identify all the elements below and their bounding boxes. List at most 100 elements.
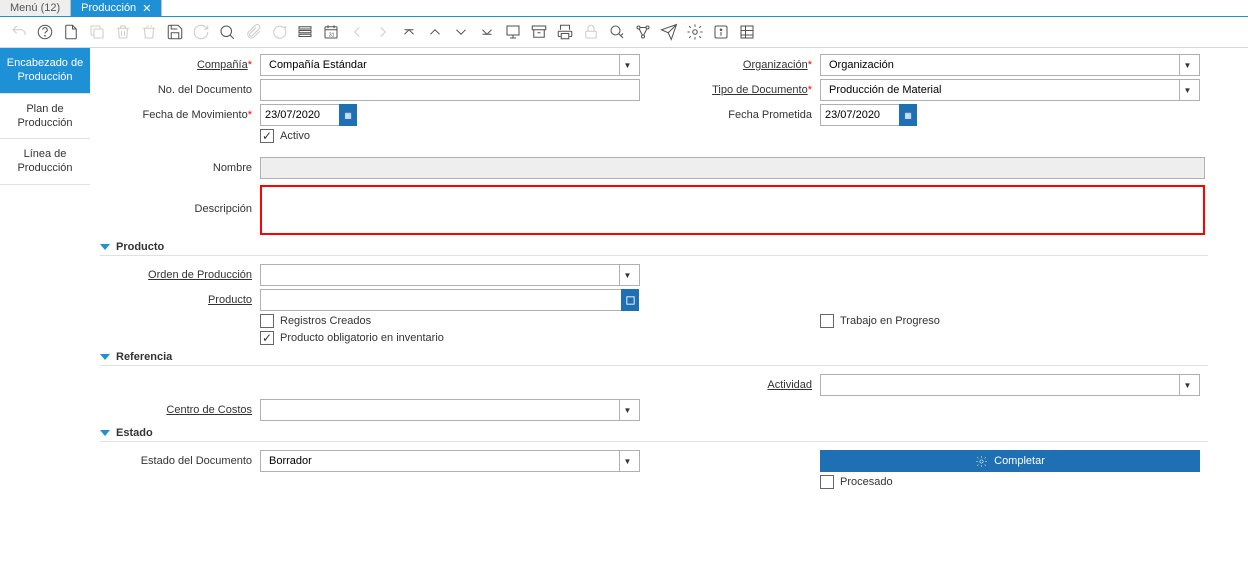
label-fechamov: Fecha de Movimiento* xyxy=(100,109,260,121)
label-nodoc: No. del Documento xyxy=(100,84,260,96)
centrocostos-input[interactable] xyxy=(265,402,619,418)
organizacion-input[interactable] xyxy=(825,57,1179,73)
collapse-icon[interactable] xyxy=(100,244,110,250)
chevron-down-icon[interactable]: ▼ xyxy=(619,400,635,420)
workflow-icon[interactable] xyxy=(634,23,652,41)
new-icon[interactable] xyxy=(62,23,80,41)
organizacion-combo[interactable]: ▼ xyxy=(820,54,1200,76)
svg-text:31: 31 xyxy=(329,33,335,39)
attachment-icon[interactable] xyxy=(244,23,262,41)
chevron-down-icon[interactable]: ▼ xyxy=(619,451,635,471)
section-producto[interactable]: Producto xyxy=(100,241,1208,256)
fechamov-input[interactable] xyxy=(260,104,340,126)
actividad-input[interactable] xyxy=(825,377,1179,393)
form-main: Compañía* ▼ Organización* ▼ No. del Docu… xyxy=(90,48,1248,502)
delete-icon[interactable] xyxy=(114,23,132,41)
calendar-picker-icon[interactable]: ▦ xyxy=(899,104,917,126)
section-referencia[interactable]: Referencia xyxy=(100,351,1208,366)
orden-input[interactable] xyxy=(265,267,619,283)
section-estado[interactable]: Estado xyxy=(100,427,1208,442)
collapse-icon[interactable] xyxy=(100,354,110,360)
lock-icon[interactable] xyxy=(582,23,600,41)
parent-icon[interactable] xyxy=(426,23,444,41)
tipodoc-combo[interactable]: ▼ xyxy=(820,79,1200,101)
tab-produccion[interactable]: Producción ✕ xyxy=(71,0,162,16)
label-activo: Activo xyxy=(280,130,310,142)
descripcion-textarea[interactable] xyxy=(260,185,1205,235)
search-icon[interactable] xyxy=(218,23,236,41)
chat-icon[interactable] xyxy=(270,23,288,41)
csv-import-icon[interactable] xyxy=(738,23,756,41)
product-lookup-icon[interactable] xyxy=(621,289,639,311)
actividad-combo[interactable]: ▼ xyxy=(820,374,1200,396)
fechaprom-input[interactable] xyxy=(820,104,900,126)
archive-icon[interactable] xyxy=(530,23,548,41)
collapse-icon[interactable] xyxy=(100,430,110,436)
completar-label: Completar xyxy=(994,455,1045,467)
grid-toggle-icon[interactable] xyxy=(296,23,314,41)
estadodoc-combo[interactable]: ▼ xyxy=(260,450,640,472)
close-icon[interactable]: ✕ xyxy=(142,2,151,15)
next-icon[interactable] xyxy=(374,23,392,41)
label-nombre: Nombre xyxy=(100,162,260,174)
chevron-down-icon[interactable]: ▼ xyxy=(1179,80,1195,100)
label-trabajo: Trabajo en Progreso xyxy=(840,315,940,327)
completar-button[interactable]: Completar xyxy=(820,450,1200,472)
refresh-icon[interactable] xyxy=(192,23,210,41)
compania-combo[interactable]: ▼ xyxy=(260,54,640,76)
label-obligatorio: Producto obligatorio en inventario xyxy=(280,332,444,344)
procesado-checkbox[interactable] xyxy=(820,475,834,489)
trabajo-checkbox[interactable] xyxy=(820,314,834,328)
help-icon[interactable] xyxy=(36,23,54,41)
calendar-icon[interactable]: 31 xyxy=(322,23,340,41)
label-estadodoc: Estado del Documento xyxy=(100,455,260,467)
gear-icon[interactable] xyxy=(686,23,704,41)
chevron-down-icon[interactable]: ▼ xyxy=(619,55,635,75)
tab-menu[interactable]: Menú (12) xyxy=(0,0,71,16)
calendar-picker-icon[interactable]: ▦ xyxy=(339,104,357,126)
obligatorio-checkbox[interactable] xyxy=(260,331,274,345)
label-compania: Compañía* xyxy=(100,59,260,71)
tipodoc-input[interactable] xyxy=(825,82,1179,98)
label-registros: Registros Creados xyxy=(280,315,371,327)
chevron-down-icon[interactable]: ▼ xyxy=(1179,375,1195,395)
save-icon[interactable] xyxy=(166,23,184,41)
toolbar: 31 xyxy=(0,17,1248,48)
sidebar-item-linea[interactable]: Línea de Producción xyxy=(0,139,90,185)
tab-label: Menú (12) xyxy=(10,2,60,14)
print-icon[interactable] xyxy=(556,23,574,41)
compania-input[interactable] xyxy=(265,57,619,73)
label-procesado: Procesado xyxy=(840,476,893,488)
tab-label: Producción xyxy=(81,2,136,14)
estadodoc-input[interactable] xyxy=(265,453,619,469)
registros-checkbox[interactable] xyxy=(260,314,274,328)
copy-icon[interactable] xyxy=(88,23,106,41)
first-record-icon[interactable] xyxy=(400,23,418,41)
activo-checkbox[interactable] xyxy=(260,129,274,143)
label-centrocostos: Centro de Costos xyxy=(100,404,260,416)
delete-selection-icon[interactable] xyxy=(140,23,158,41)
chevron-down-icon[interactable]: ▼ xyxy=(1179,55,1195,75)
nombre-input xyxy=(260,157,1205,179)
orden-combo[interactable]: ▼ xyxy=(260,264,640,286)
centrocostos-combo[interactable]: ▼ xyxy=(260,399,640,421)
last-record-icon[interactable] xyxy=(478,23,496,41)
sidebar-item-plan[interactable]: Plan de Producción xyxy=(0,94,90,140)
producto-input[interactable] xyxy=(260,289,622,311)
prev-icon[interactable] xyxy=(348,23,366,41)
sidebar: Encabezado de Producción Plan de Producc… xyxy=(0,48,90,502)
sidebar-item-encabezado[interactable]: Encabezado de Producción xyxy=(0,48,90,94)
report-icon[interactable] xyxy=(504,23,522,41)
child-icon[interactable] xyxy=(452,23,470,41)
label-fechaprom: Fecha Prometida xyxy=(660,109,820,121)
nodoc-input[interactable] xyxy=(260,79,640,101)
chevron-down-icon[interactable]: ▼ xyxy=(619,265,635,285)
request-icon[interactable] xyxy=(660,23,678,41)
product-info-icon[interactable] xyxy=(712,23,730,41)
label-orden: Orden de Producción xyxy=(100,269,260,281)
zoom-across-icon[interactable] xyxy=(608,23,626,41)
label-producto: Producto xyxy=(100,294,260,306)
label-actividad: Actividad xyxy=(660,379,820,391)
tab-bar: Menú (12) Producción ✕ xyxy=(0,0,1248,17)
undo-icon[interactable] xyxy=(10,23,28,41)
